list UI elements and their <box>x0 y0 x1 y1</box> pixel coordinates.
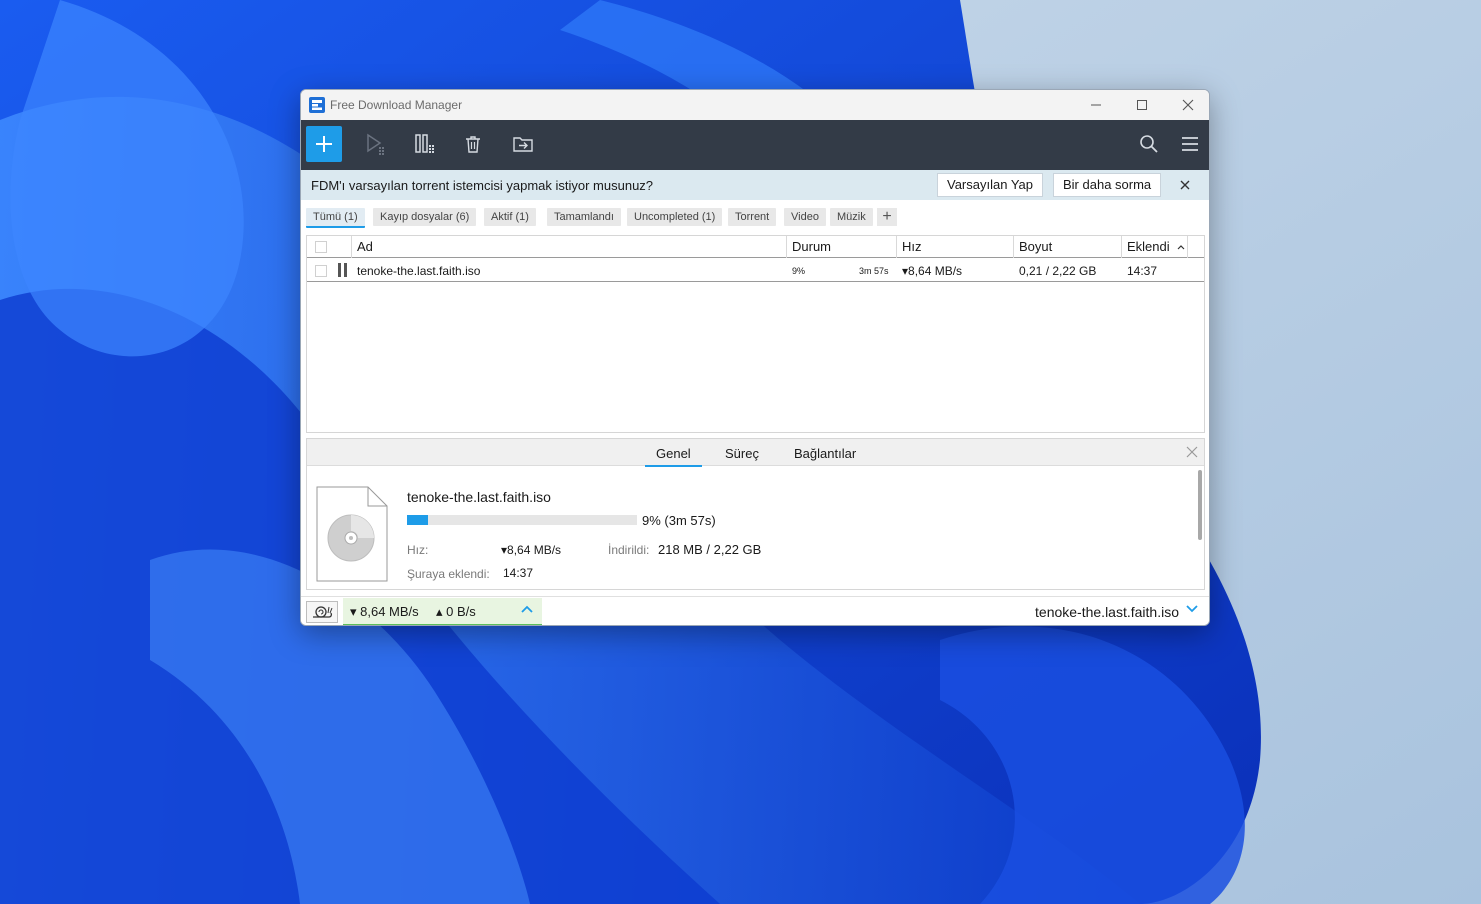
tab-connections[interactable]: Bağlantılar <box>794 446 856 461</box>
delete-button[interactable] <box>455 126 491 162</box>
search-button[interactable] <box>1131 126 1167 162</box>
speed-value: ▾8,64 MB/s <box>501 543 562 557</box>
status-current-file: tenoke-the.last.faith.iso <box>1035 604 1179 620</box>
row-size: 0,21 / 2,22 GB <box>1019 264 1097 278</box>
filter-all[interactable]: Tümü (1) <box>306 208 365 228</box>
chevron-down-icon[interactable] <box>1186 605 1198 613</box>
row-checkbox[interactable] <box>315 265 327 277</box>
trash-icon <box>466 136 480 153</box>
row-speed: ▾8,64 MB/s <box>902 264 963 278</box>
minimize-icon <box>1091 104 1101 106</box>
column-divider <box>896 236 897 258</box>
window-title: Free Download Manager <box>330 98 463 112</box>
column-added[interactable]: Eklendi <box>1127 239 1170 254</box>
column-speed[interactable]: Hız <box>902 239 922 254</box>
fdm-app-icon <box>309 97 325 113</box>
close-icon <box>1182 99 1194 111</box>
downloads-table: Ad Durum Hız Boyut Eklendi tenoke-the.la… <box>306 235 1205 433</box>
downloaded-value: 218 MB / 2,22 GB <box>658 542 762 557</box>
sort-ascending-icon <box>1177 245 1185 250</box>
column-status[interactable]: Durum <box>792 239 831 254</box>
search-icon <box>1140 135 1158 153</box>
close-button[interactable] <box>1165 90 1209 120</box>
filter-active[interactable]: Aktif (1) <box>484 208 536 226</box>
pause-icon <box>415 134 434 153</box>
added-label: Şuraya eklendi: <box>407 567 490 581</box>
row-added: 14:37 <box>1127 264 1158 278</box>
fdm-window: Free Download Manager FDM'ı varsayılan t… <box>300 89 1210 626</box>
main-menu-button[interactable] <box>1172 126 1208 162</box>
progress-fill <box>407 515 428 525</box>
column-size[interactable]: Boyut <box>1019 239 1052 254</box>
main-toolbar <box>301 120 1209 170</box>
table-header: Ad Durum Hız Boyut Eklendi <box>307 236 1204 258</box>
plus-icon <box>316 136 332 152</box>
details-scrollbar[interactable] <box>1198 470 1202 540</box>
download-speed: ▾ 8,64 MB/s <box>350 604 419 619</box>
tab-general[interactable]: Genel <box>645 446 702 467</box>
downloaded-label: İndirildi: <box>608 543 650 557</box>
added-value: 14:37 <box>503 566 534 580</box>
close-details-icon[interactable] <box>1185 445 1199 459</box>
dont-ask-again-button[interactable]: Bir daha sorma <box>1053 173 1162 197</box>
speed-indicator[interactable]: ▾ 8,64 MB/s ▴ 0 B/s <box>343 598 542 625</box>
filter-completed[interactable]: Tamamlandı <box>547 208 621 226</box>
filter-torrent[interactable]: Torrent <box>728 208 777 226</box>
play-icon <box>367 133 384 155</box>
row-name: tenoke-the.last.faith.iso <box>357 264 481 278</box>
filter-uncompleted[interactable]: Uncompleted (1) <box>627 208 723 226</box>
add-download-button[interactable] <box>306 126 342 162</box>
resume-button[interactable] <box>357 126 393 162</box>
progress-text: 9% (3m 57s) <box>642 513 716 528</box>
notice-close-icon[interactable] <box>1177 177 1193 193</box>
details-panel: Genel Süreç Bağlantılar tenoke-the.last.… <box>306 438 1205 590</box>
pause-button[interactable] <box>407 126 443 162</box>
maximize-button[interactable] <box>1119 90 1165 120</box>
column-divider <box>1013 236 1014 258</box>
add-filter-button[interactable]: + <box>877 208 897 226</box>
filter-tabs: Tümü (1) Kayıp dosyalar (6) Aktif (1) Ta… <box>306 208 1206 228</box>
minimize-button[interactable] <box>1073 90 1119 120</box>
snail-icon <box>313 606 333 618</box>
disc-image-file-icon <box>316 486 388 582</box>
notice-text: FDM'ı varsayılan torrent istemcisi yapma… <box>311 178 654 193</box>
maximize-icon <box>1137 100 1147 110</box>
make-default-button[interactable]: Varsayılan Yap <box>937 173 1043 197</box>
filter-missing-files[interactable]: Kayıp dosyalar (6) <box>373 208 477 226</box>
row-eta: 3m 57s <box>859 266 889 276</box>
filter-video[interactable]: Video <box>784 208 826 226</box>
speed-limit-button[interactable] <box>306 601 338 623</box>
details-tabs: Genel Süreç Bağlantılar <box>307 439 1204 467</box>
table-row[interactable]: tenoke-the.last.faith.iso 9% 3m 57s ▾8,6… <box>307 259 1204 282</box>
title-bar: Free Download Manager <box>301 90 1209 120</box>
row-percent: 9% <box>792 266 806 276</box>
move-to-folder-button[interactable] <box>505 126 541 162</box>
tab-process[interactable]: Süreç <box>725 446 759 461</box>
upload-speed: ▴ 0 B/s <box>436 604 476 619</box>
paused-status-icon[interactable] <box>337 263 349 277</box>
column-divider <box>786 236 787 258</box>
default-client-notice: FDM'ı varsayılan torrent istemcisi yapma… <box>301 170 1209 200</box>
status-bar: ▾ 8,64 MB/s ▴ 0 B/s tenoke-the.last.fait… <box>301 596 1209 625</box>
column-divider <box>1121 236 1122 258</box>
speed-label: Hız: <box>407 543 429 557</box>
hamburger-menu-icon <box>1182 137 1198 151</box>
download-progress-bar <box>407 515 637 525</box>
column-divider <box>1187 236 1188 258</box>
chevron-up-icon <box>521 605 533 613</box>
details-file-name: tenoke-the.last.faith.iso <box>407 489 551 505</box>
column-name[interactable]: Ad <box>357 239 373 254</box>
folder-move-icon <box>513 137 533 152</box>
filter-music[interactable]: Müzik <box>830 208 873 226</box>
column-divider <box>351 236 352 258</box>
select-all-checkbox[interactable] <box>315 241 327 253</box>
